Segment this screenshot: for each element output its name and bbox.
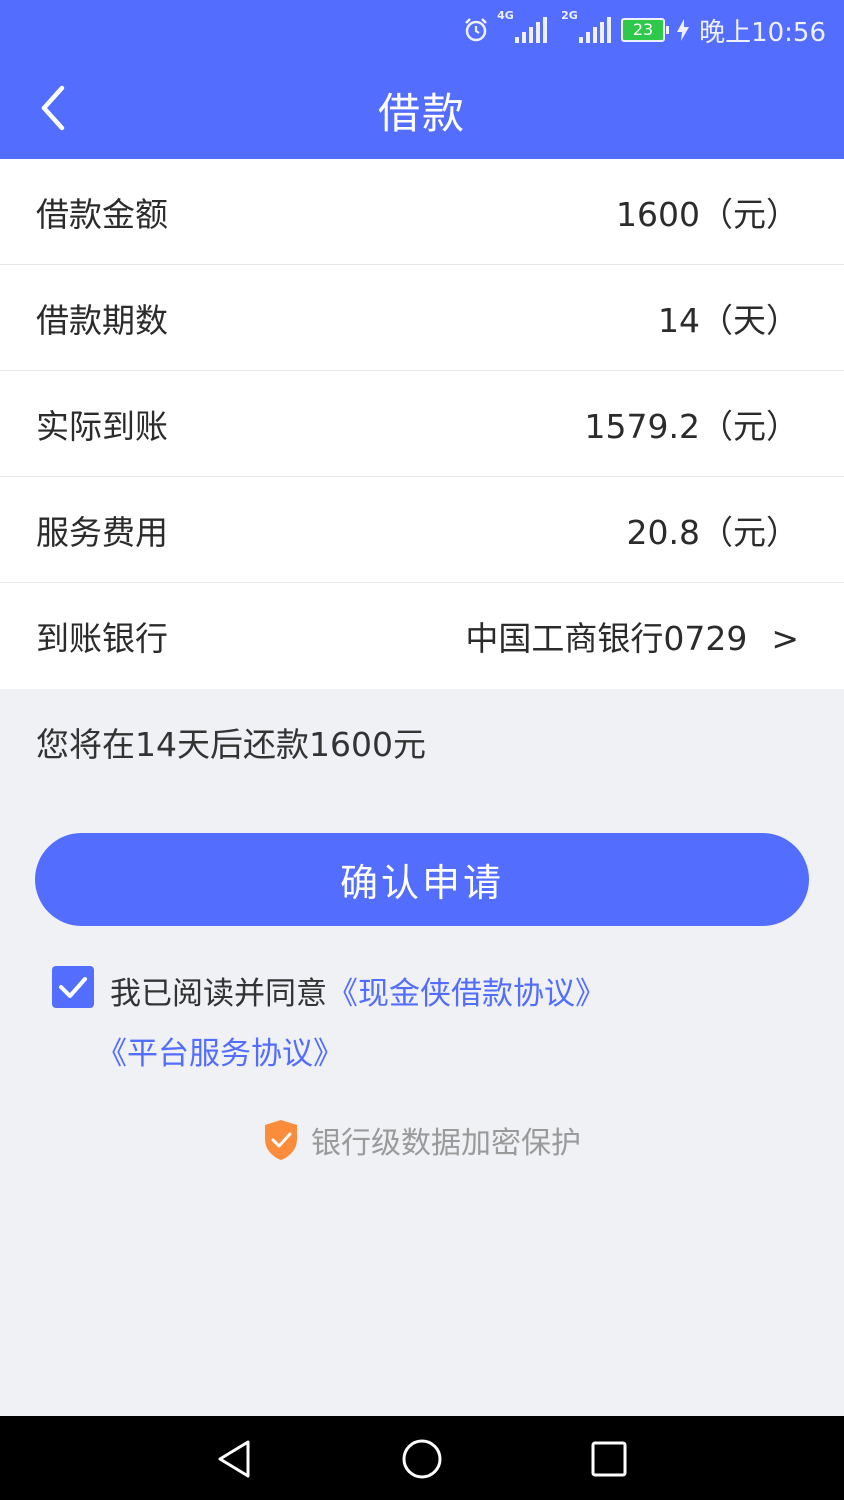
recents-square-icon[interactable] (584, 1434, 634, 1484)
alarm-icon (465, 18, 487, 42)
agreement-checkbox[interactable] (52, 966, 94, 1008)
bank-name: 中国工商银行0729 (465, 619, 748, 658)
app-header: 4G 2G 23 晚上10:56 借款 (0, 0, 844, 159)
row-value: 1579.2（元） (584, 406, 799, 446)
chevron-right-icon: > (771, 619, 799, 658)
loan-agreement-link[interactable]: 《现金侠借款协议》 (327, 976, 606, 1012)
repayment-notice: 您将在14天后还款1600元 (36, 725, 426, 764)
back-triangle-icon[interactable] (210, 1434, 260, 1484)
agreement-text: 我已阅读并同意《现金侠借款协议》 (110, 968, 606, 1013)
page-title: 借款 (377, 89, 466, 138)
loan-amount-row: 借款金额 1600（元） (0, 159, 844, 265)
status-bar: 4G 2G 23 晚上10:56 (463, 9, 826, 48)
status-time: 晚上10:56 (699, 17, 826, 48)
battery-icon: 23 (621, 18, 670, 42)
charging-icon (677, 19, 690, 41)
row-label: 服务费用 (36, 512, 168, 552)
signal-icon: 2G (561, 9, 612, 43)
platform-agreement-link[interactable]: 《平台服务协议》 (96, 1036, 344, 1072)
home-circle-icon[interactable] (397, 1434, 447, 1484)
row-label: 借款期数 (36, 300, 168, 340)
row-label: 借款金额 (36, 194, 168, 234)
row-label: 实际到账 (36, 406, 168, 446)
row-value: 14（天） (658, 300, 799, 340)
agreement-prefix: 我已阅读并同意 (110, 976, 327, 1012)
service-fee-row: 服务费用 20.8（元） (0, 477, 844, 583)
agreement-text-line2: 《平台服务协议》 (96, 1028, 344, 1073)
row-value: 1600（元） (616, 194, 799, 234)
row-label: 到账银行 (36, 619, 168, 658)
loan-details-list: 借款金额 1600（元） 借款期数 14（天） 实际到账 1579.2（元） 服… (0, 159, 844, 689)
loan-term-row: 借款期数 14（天） (0, 265, 844, 371)
security-text: 银行级数据加密保护 (311, 1126, 581, 1161)
receiving-bank-row[interactable]: 到账银行 中国工商银行0729 > (0, 583, 844, 689)
row-value: 中国工商银行0729 > (465, 612, 799, 660)
check-icon (59, 977, 87, 998)
confirm-button[interactable]: 确认申请 (35, 833, 809, 926)
signal-icon: 4G (497, 9, 548, 43)
security-note: 银行级数据加密保护 (0, 1118, 844, 1162)
row-value: 20.8（元） (626, 512, 799, 552)
actual-received-row: 实际到账 1579.2（元） (0, 371, 844, 477)
system-nav-bar (0, 1416, 844, 1500)
shield-icon (265, 1120, 297, 1160)
